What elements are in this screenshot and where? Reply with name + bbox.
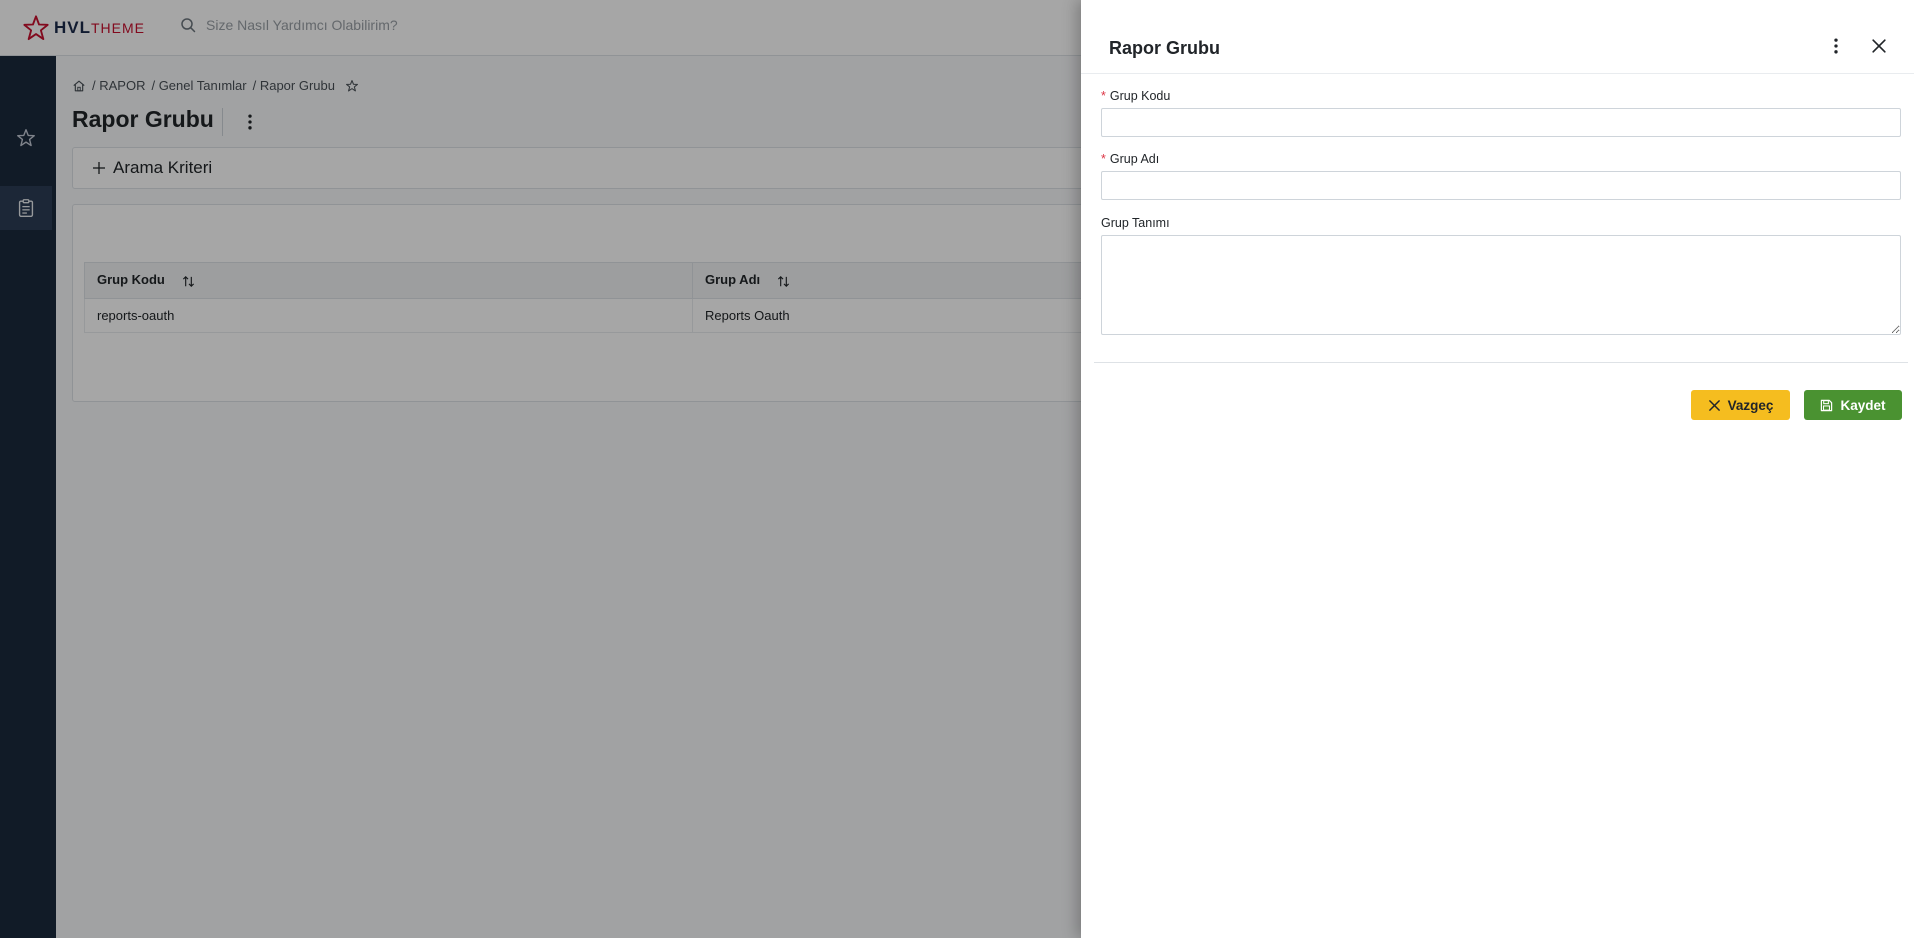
required-marker: * (1101, 152, 1106, 166)
group-name-input[interactable] (1101, 171, 1901, 200)
drawer-more-button[interactable] (1824, 34, 1848, 58)
group-description-label: Grup Tanımı (1101, 216, 1170, 230)
save-button[interactable]: Kaydet (1804, 390, 1902, 420)
cancel-button-label: Vazgeç (1727, 397, 1774, 413)
drawer-header: Rapor Grubu (1081, 0, 1914, 74)
save-icon (1821, 399, 1833, 411)
cancel-button[interactable]: Vazgeç (1691, 390, 1790, 420)
close-icon (1872, 39, 1886, 53)
group-name-label: * Grup Adı (1101, 152, 1160, 166)
group-code-label: * Grup Kodu (1101, 89, 1171, 103)
group-description-textarea[interactable] (1101, 235, 1901, 335)
drawer-close-button[interactable] (1867, 34, 1891, 58)
group-code-input[interactable] (1101, 108, 1901, 137)
close-icon (1708, 399, 1720, 411)
drawer-divider (1094, 362, 1908, 363)
more-vertical-icon (1834, 38, 1838, 54)
save-button-label: Kaydet (1840, 397, 1886, 413)
drawer-title: Rapor Grubu (1109, 38, 1220, 58)
side-drawer: Rapor Grubu * Grup Kodu * Grup Adı Grup Ta… (1081, 0, 1914, 938)
required-marker: * (1101, 89, 1106, 103)
